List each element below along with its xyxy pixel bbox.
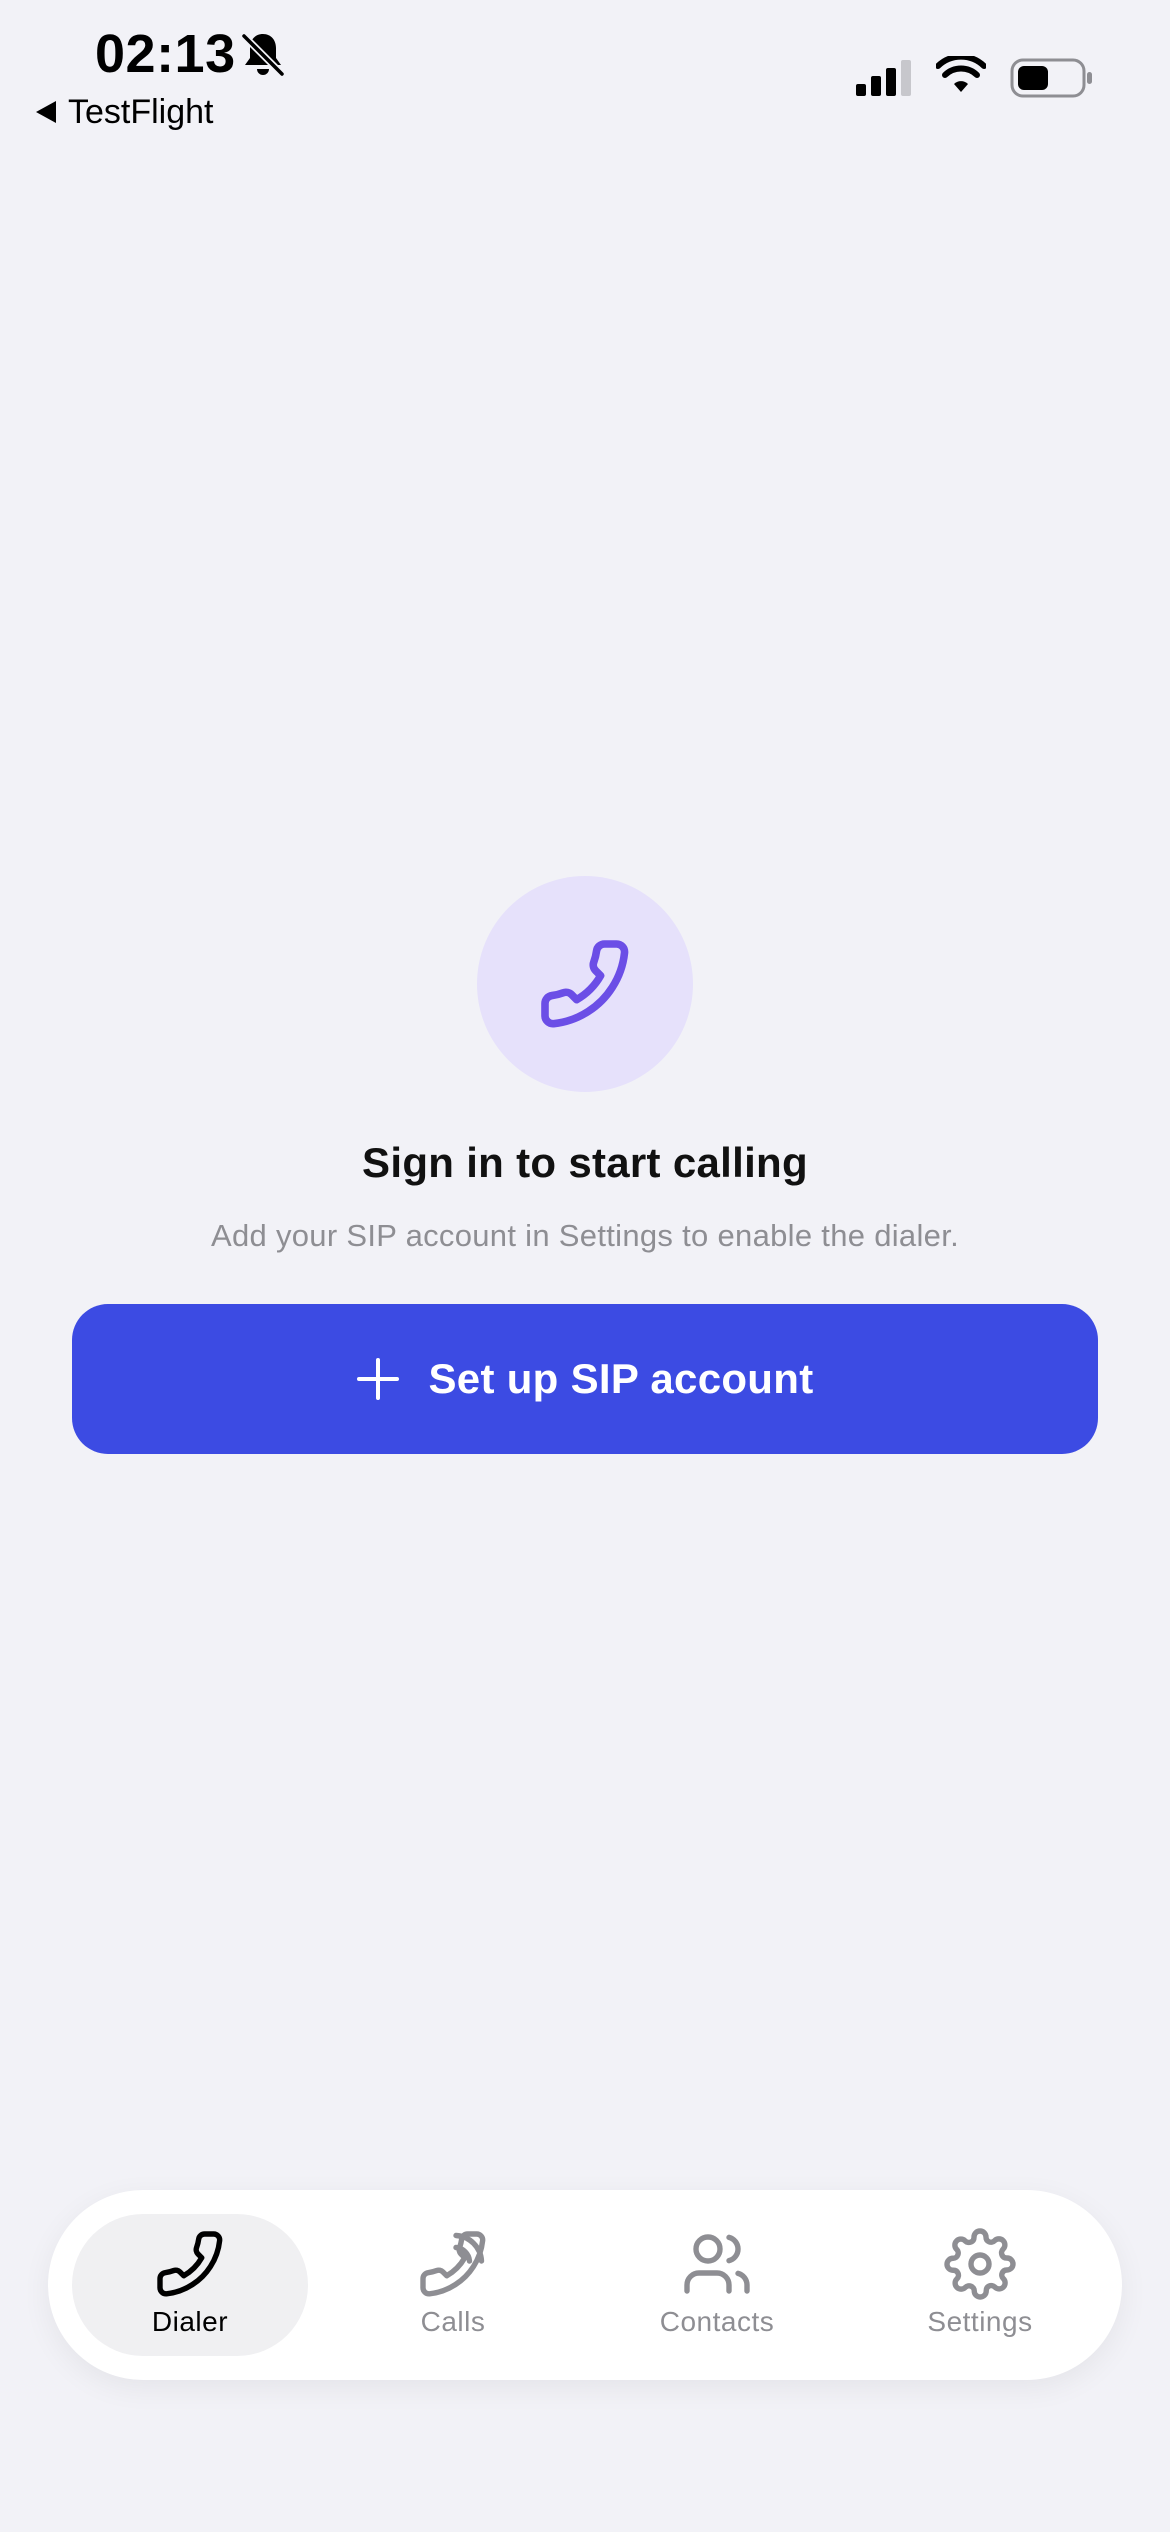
status-time: 02:13	[95, 24, 236, 84]
phone-icon	[541, 940, 629, 1028]
empty-state-title: Sign in to start calling	[362, 1139, 808, 1186]
back-to-testflight[interactable]: TestFlight	[36, 90, 214, 134]
users-icon	[684, 2234, 750, 2294]
setup-button-label: Set up SIP account	[428, 1355, 814, 1402]
tab-dialer[interactable]: Dialer	[72, 2214, 308, 2356]
phone-icon-circle	[477, 876, 693, 1092]
bell-slash-icon	[240, 32, 286, 78]
tab-label-calls: Calls	[420, 2306, 486, 2337]
tab-label-settings: Settings	[927, 2306, 1033, 2337]
tab-bar: Dialer Calls Contacts Settings	[48, 2190, 1122, 2380]
tab-settings[interactable]: Settings	[862, 2214, 1098, 2356]
phone-outgoing-icon	[420, 2231, 486, 2297]
plus-icon	[357, 1358, 400, 1400]
wifi-icon	[936, 56, 986, 92]
setup-sip-account-button[interactable]: Set up SIP account	[72, 1304, 1098, 1454]
battery-icon	[1010, 58, 1092, 98]
tab-contacts[interactable]: Contacts	[599, 2214, 835, 2356]
back-label: TestFlight	[68, 93, 214, 131]
tab-label-contacts: Contacts	[659, 2306, 775, 2337]
empty-state-subtitle: Add your SIP account in Settings to enab…	[210, 1218, 960, 1253]
back-arrow-icon	[36, 101, 56, 123]
phone-icon	[157, 2231, 223, 2297]
tab-calls[interactable]: Calls	[335, 2214, 571, 2356]
cellular-signal-icon	[856, 60, 911, 96]
gear-icon	[944, 2228, 1016, 2300]
tab-label-dialer: Dialer	[151, 2306, 229, 2337]
